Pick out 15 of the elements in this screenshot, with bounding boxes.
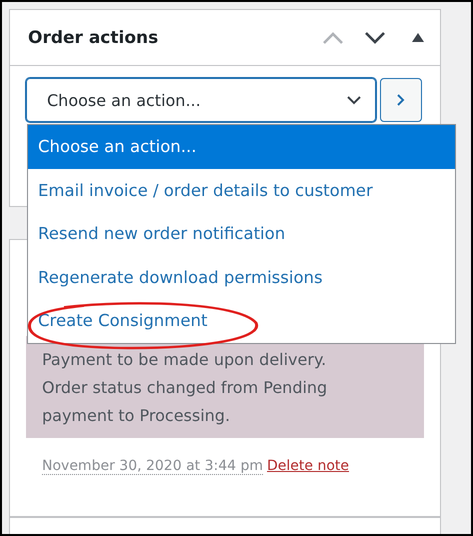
- apply-button[interactable]: [380, 78, 422, 122]
- delete-note-link[interactable]: Delete note: [267, 458, 350, 474]
- action-select[interactable]: Choose an action...: [26, 78, 376, 122]
- note-text: Payment to be made upon delivery. Order status changed from Pending payment to Processing.: [42, 349, 328, 427]
- dropdown-option[interactable]: Create Consignment: [28, 299, 455, 342]
- dropdown-option[interactable]: Choose an action...: [28, 125, 455, 168]
- dropdown-option[interactable]: Email invoice / order details to customer: [28, 168, 455, 212]
- dropdown-option[interactable]: Resend new order notification: [28, 212, 455, 256]
- collapse-icon[interactable]: [412, 33, 424, 42]
- chevron-right-icon: [397, 94, 405, 106]
- move-down-icon[interactable]: [364, 30, 386, 44]
- panel-title: Order actions: [28, 28, 160, 48]
- chevron-down-icon: [347, 96, 361, 104]
- dropdown-option[interactable]: Regenerate download permissions: [28, 256, 455, 299]
- note-date: November 30, 2020 at 3:44 pm: [42, 458, 264, 475]
